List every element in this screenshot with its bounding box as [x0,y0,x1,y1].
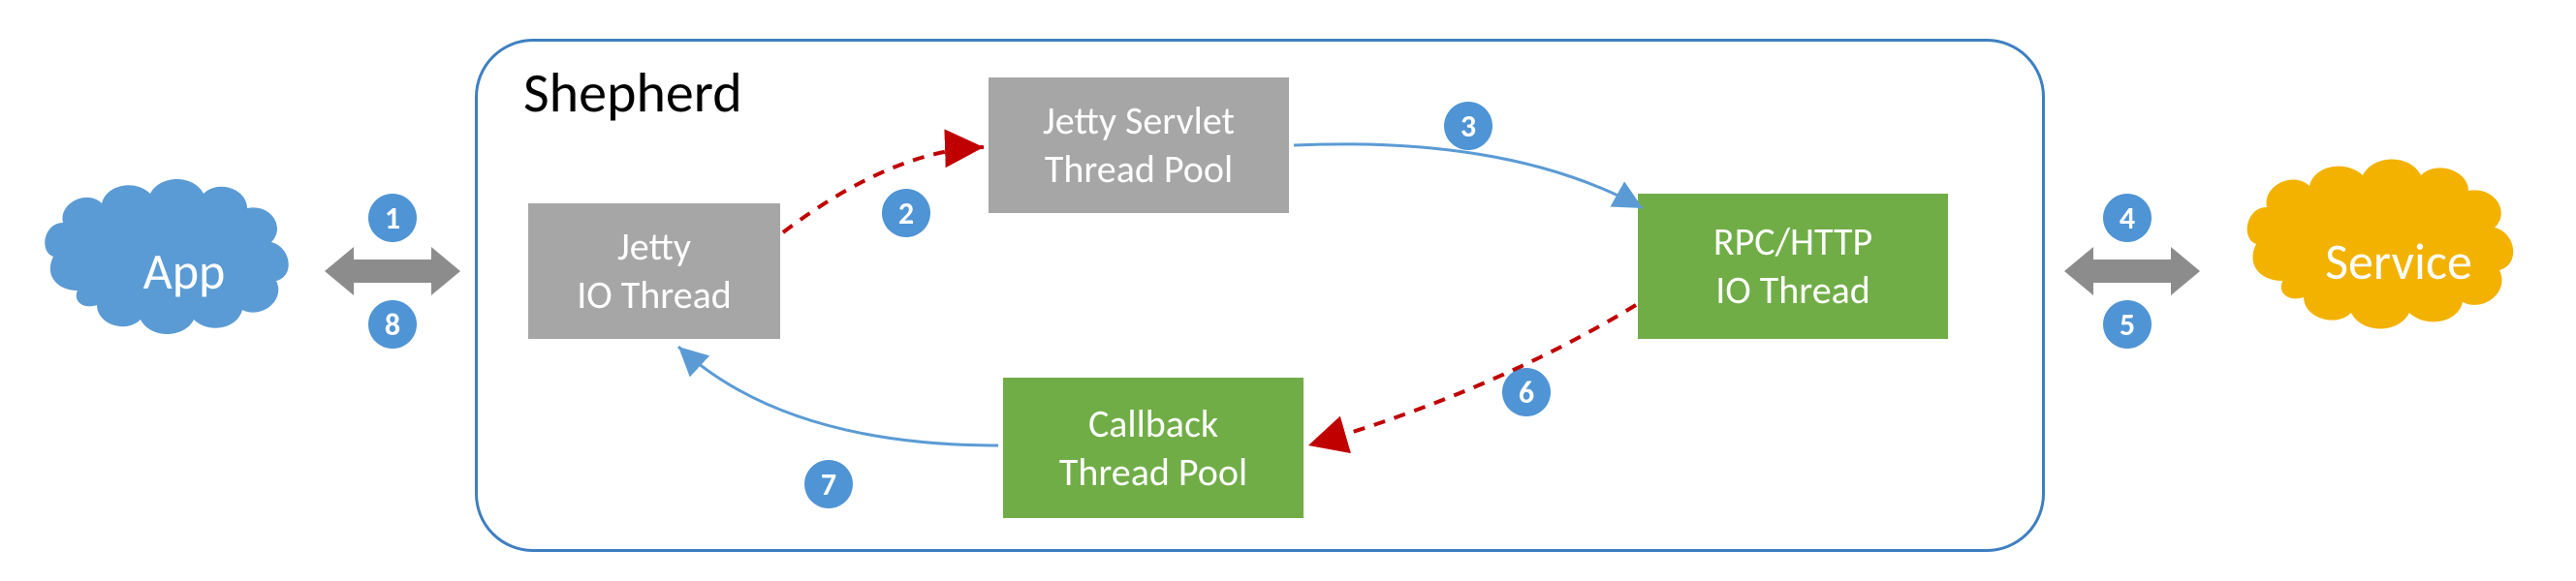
cloud-app: App [39,174,330,368]
box-rpc-line2: IO Thread [1715,266,1870,315]
badge-3: 3 [1444,102,1492,150]
shepherd-title: Shepherd [523,58,742,127]
box-jetty-servlet: Jetty Servlet Thread Pool [989,77,1289,213]
arrow-app-shepherd [325,242,460,300]
box-jetty-io-line1: Jetty [617,223,691,271]
badge-6: 6 [1502,368,1551,416]
arrow-shepherd-service [2064,242,2200,300]
box-jetty-servlet-line2: Thread Pool [1045,145,1233,194]
cloud-service: Service [2239,155,2559,368]
diagram-canvas: App Service Shepherd Jetty IO Thread Jet… [0,0,2576,581]
badge-1: 1 [368,194,417,242]
badge-8: 8 [368,300,417,349]
badge-4: 4 [2103,194,2152,242]
box-jetty-servlet-line1: Jetty Servlet [1043,97,1235,145]
badge-7: 7 [804,460,853,508]
badge-2: 2 [882,189,930,237]
badge-5: 5 [2103,300,2152,349]
box-callback: Callback Thread Pool [1003,378,1304,518]
box-jetty-io-line2: IO Thread [577,271,732,320]
cloud-service-label: Service [2325,230,2472,292]
cloud-app-label: App [143,240,226,302]
box-callback-line2: Thread Pool [1059,448,1247,497]
box-rpc: RPC/HTTP IO Thread [1638,194,1948,339]
box-rpc-line1: RPC/HTTP [1713,218,1872,266]
box-callback-line1: Callback [1088,400,1218,448]
box-jetty-io: Jetty IO Thread [528,203,780,339]
